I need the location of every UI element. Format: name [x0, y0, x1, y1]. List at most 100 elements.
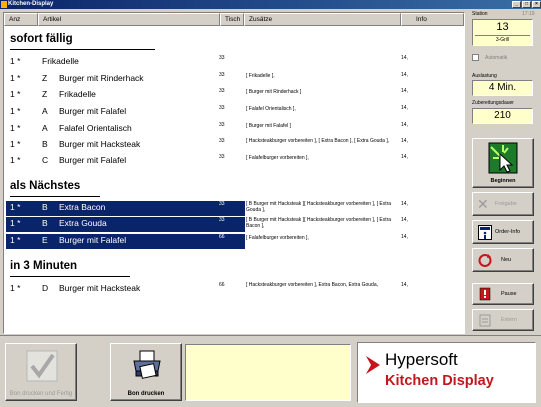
row-table: 33	[219, 122, 225, 128]
row-quantity: 1 *	[10, 283, 21, 293]
section-divider	[10, 49, 155, 50]
row-info: 14,	[401, 282, 408, 288]
row-group: B	[42, 202, 48, 212]
col-zusaetze[interactable]: Zusätze	[244, 13, 401, 26]
row-table: 33	[219, 55, 225, 61]
close-button[interactable]: ×	[532, 1, 541, 8]
station-box[interactable]: 13 3-Grill	[472, 19, 533, 46]
section-divider	[10, 196, 100, 197]
row-group: A	[42, 106, 48, 116]
bottom-bar: Bon drucken und Fertig Bon drucken Hyper…	[0, 335, 541, 407]
row-quantity: 1 *	[10, 218, 21, 228]
row-group: B	[42, 218, 48, 228]
row-quantity: 1 *	[10, 139, 21, 149]
column-header: Anz Artikel Tisch Zusätze Info	[4, 13, 464, 26]
row-table: 33	[219, 105, 225, 111]
row-quantity: 1 *	[10, 155, 21, 165]
row-article: Burger mit Rinderhack	[59, 73, 144, 83]
app-icon	[1, 1, 7, 8]
row-info: 14,	[401, 55, 408, 61]
row-article: Falafel Orientalisch	[59, 123, 132, 133]
row-info: 14,	[401, 201, 408, 207]
col-anz[interactable]: Anz	[4, 13, 38, 26]
beginnen-button[interactable]: Beginnen	[472, 138, 534, 188]
row-table: 66	[219, 282, 225, 288]
row-article: Extra Bacon	[59, 202, 106, 212]
row-extras: [ Falafelburger vorbereiten ],	[246, 155, 309, 161]
row-table: 33	[219, 72, 225, 78]
row-quantity: 1 *	[10, 106, 21, 116]
cursor-click-icon	[488, 142, 518, 176]
row-extras: [ Hacksteakburger vorbereiten ], [ Extra…	[246, 138, 390, 144]
automatik-checkbox[interactable]	[472, 54, 479, 61]
row-extras: [ Hacksteakburger vorbereiten ], Extra B…	[246, 282, 379, 288]
hypersoft-logo: Hypersoft Kitchen Display	[357, 342, 536, 403]
row-article: Frikadelle	[59, 89, 96, 99]
row-extras: [ B Burger mit Hacksteak ][ Hacksteakbur…	[246, 201, 392, 214]
extern-button[interactable]: Extern	[472, 309, 534, 331]
control-panel: Station 17:19 13 3-Grill Automatik Ausla…	[467, 11, 539, 335]
release-icon: ✕	[477, 196, 489, 212]
print-and-finish-button[interactable]: Bon drucken und Fertig	[5, 343, 77, 401]
maximize-button[interactable]: □	[522, 1, 531, 8]
external-icon	[479, 314, 491, 329]
section-title: in 3 Minuten	[10, 260, 78, 272]
row-group: Z	[42, 73, 48, 83]
hypersoft-mark-icon	[364, 355, 382, 380]
row-quantity: 1 *	[10, 202, 21, 212]
row-article: Burger mit Falafel	[59, 155, 127, 165]
row-article: Burger mit Falafel	[59, 106, 127, 116]
minimize-button[interactable]: _	[512, 1, 521, 8]
row-info: 14,	[401, 234, 408, 240]
row-group: C	[42, 155, 49, 165]
stop-icon	[479, 287, 491, 304]
zubereitungsdauer-label: Zubereitungsdauer	[472, 100, 514, 106]
pause-button[interactable]: Pause	[472, 283, 534, 305]
title-bar: Kitchen-Display _ □ ×	[0, 0, 541, 9]
row-extras: [ B Burger mit Hacksteak ][ Hacksteakbur…	[246, 217, 392, 230]
row-info: 14,	[401, 105, 408, 111]
col-artikel[interactable]: Artikel	[38, 13, 220, 26]
station-label: Station	[472, 11, 488, 17]
row-extras: [ Burger mit Falafel ]	[246, 123, 292, 129]
refresh-icon	[478, 253, 492, 270]
freigabe-label: Freigabe	[495, 201, 517, 207]
row-table: 33	[219, 88, 225, 94]
row-quantity: 1 *	[10, 123, 21, 133]
row-article: Burger mit Falafel	[59, 235, 127, 245]
neu-label: Neu	[501, 257, 512, 263]
logo-brand: Hypersoft	[385, 350, 458, 369]
row-quantity: 1 *	[10, 89, 21, 99]
extern-label: Extern	[501, 317, 517, 323]
row-extras: [ Burger mit Rinderhack ]	[246, 89, 302, 95]
logo-product: Kitchen Display	[385, 373, 494, 389]
zubereitungsdauer-value: 210	[472, 108, 533, 124]
freigabe-button[interactable]: ✕ Freigabe	[472, 192, 534, 216]
window-title: Kitchen-Display	[8, 1, 54, 7]
automatik-label: Automatik	[485, 55, 508, 61]
row-extras: [ Falafelburger vorbereiten ],	[246, 235, 309, 241]
printer-icon	[131, 349, 163, 383]
row-group: Z	[42, 89, 48, 99]
row-table: 66	[219, 234, 225, 240]
print-and-finish-label: Bon drucken und Fertig	[9, 391, 73, 397]
row-group: D	[42, 283, 49, 293]
order-info-button[interactable]: Order-Info	[472, 220, 534, 244]
col-tisch[interactable]: Tisch	[220, 13, 244, 26]
row-group: E	[42, 235, 48, 245]
print-receipt-label: Bon drucken	[127, 391, 165, 397]
col-info[interactable]: Info	[401, 13, 464, 26]
station-number: 13	[496, 21, 509, 33]
row-quantity: 1 *	[10, 56, 21, 66]
row-table: 33	[219, 201, 225, 207]
row-info: 14,	[401, 217, 408, 223]
row-article: Extra Gouda	[59, 218, 107, 228]
station-time: 17:19	[522, 11, 535, 17]
print-receipt-button[interactable]: Bon drucken	[110, 343, 182, 401]
message-area	[185, 344, 351, 401]
row-info: 14,	[401, 72, 408, 78]
neu-button[interactable]: Neu	[472, 248, 534, 272]
row-extras: [ Falafel Orientalisch ],	[246, 106, 296, 112]
row-quantity: 1 *	[10, 73, 21, 83]
kitchen-display-window: Kitchen-Display _ □ × Anz Artikel Tisch …	[0, 0, 541, 407]
